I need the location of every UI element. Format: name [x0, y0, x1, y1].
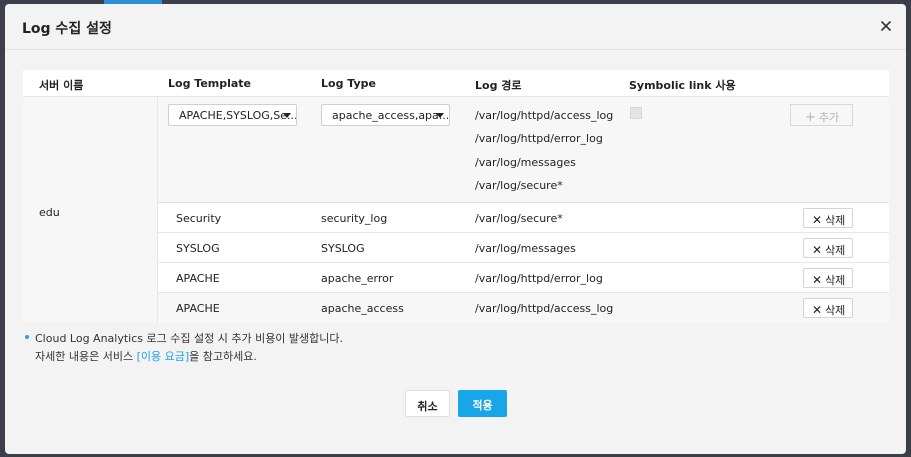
close-icon: ✕	[812, 213, 823, 227]
add-log-row: APACHE,SYSLOG,Se... apache_access,apa...…	[158, 97, 889, 203]
dialog-header: Log 수집 설정	[5, 4, 906, 50]
add-button[interactable]: + 추가	[790, 104, 853, 126]
table-header: 서버 이름 Log Template Log Type Log 경로 Symbo…	[23, 70, 889, 97]
delete-button-label: 삭제	[825, 214, 846, 227]
log-template-select-value: APACHE,SYSLOG,Se...	[179, 109, 297, 122]
close-icon: ✕	[812, 243, 823, 257]
row-type: apache_error	[321, 272, 394, 285]
pricing-link[interactable]: [이용 요금]	[137, 350, 190, 363]
server-cell: edu	[23, 97, 158, 322]
caret-down-icon	[283, 113, 291, 118]
delete-button[interactable]: ✕ 삭제	[803, 298, 853, 318]
delete-button[interactable]: ✕ 삭제	[803, 238, 853, 258]
add-button-label: 추가	[818, 111, 840, 124]
delete-button[interactable]: ✕ 삭제	[803, 268, 853, 288]
table-row: APACHE apache_error /var/log/httpd/error…	[158, 263, 889, 293]
log-settings-dialog: Log 수집 설정 서버 이름 Log Template Log Type Lo…	[5, 4, 906, 454]
notice-detail-prefix: 자세한 내용은 서비스	[35, 350, 137, 363]
notice-detail: 자세한 내용은 서비스 [이용 요금]을 참고하세요.	[35, 348, 257, 364]
dialog-title: Log 수집 설정	[22, 21, 112, 37]
symbolic-link-checkbox[interactable]	[630, 107, 642, 119]
notice-bullet-icon	[25, 335, 29, 339]
apply-button[interactable]: 적용	[458, 390, 507, 417]
notice-text: Cloud Log Analytics 로그 수집 설정 시 추가 비용이 발생…	[35, 332, 344, 345]
row-template: Security	[176, 212, 222, 225]
log-type-select[interactable]: apache_access,apa...	[321, 104, 450, 126]
row-path: /var/log/secure*	[475, 212, 563, 225]
delete-button-label: 삭제	[825, 244, 846, 257]
header-symbolic-link: Symbolic link 사용	[629, 79, 736, 92]
row-path: /var/log/httpd/error_log	[475, 272, 603, 285]
log-path-item: /var/log/httpd/error_log	[475, 132, 603, 145]
header-log-path: Log 경로	[475, 79, 522, 92]
header-log-type: Log Type	[321, 77, 376, 90]
close-icon: ✕	[812, 303, 823, 317]
log-path-item: /var/log/messages	[475, 156, 576, 169]
table-row: SYSLOG SYSLOG /var/log/messages ✕ 삭제	[158, 233, 889, 263]
log-path-item: /var/log/secure*	[475, 179, 563, 192]
plus-icon: +	[805, 110, 816, 125]
row-path: /var/log/httpd/access_log	[475, 302, 614, 315]
header-log-template: Log Template	[168, 77, 252, 90]
row-type: apache_access	[321, 302, 404, 315]
row-path: /var/log/messages	[475, 242, 576, 255]
log-path-item: /var/log/httpd/access_log	[475, 109, 614, 122]
delete-button[interactable]: ✕ 삭제	[803, 208, 853, 228]
close-icon: ✕	[812, 273, 823, 287]
cancel-button[interactable]: 취소	[405, 390, 450, 417]
row-type: SYSLOG	[321, 242, 365, 255]
table-row: Security security_log /var/log/secure* ✕…	[158, 203, 889, 233]
log-template-select[interactable]: APACHE,SYSLOG,Se...	[168, 104, 297, 126]
server-name: edu	[39, 206, 60, 219]
delete-button-label: 삭제	[825, 304, 846, 317]
caret-down-icon	[436, 113, 444, 118]
log-config-table: 서버 이름 Log Template Log Type Log 경로 Symbo…	[23, 70, 889, 323]
row-template: APACHE	[176, 272, 220, 285]
delete-button-label: 삭제	[825, 274, 846, 287]
row-template: SYSLOG	[176, 242, 220, 255]
notice-detail-suffix: 을 참고하세요.	[189, 350, 257, 363]
table-row: APACHE apache_access /var/log/httpd/acce…	[158, 293, 889, 323]
header-server-name: 서버 이름	[39, 79, 84, 92]
row-template: APACHE	[176, 302, 220, 315]
log-type-select-value: apache_access,apa...	[332, 109, 450, 122]
close-icon[interactable]	[878, 18, 894, 34]
row-type: security_log	[321, 212, 388, 225]
